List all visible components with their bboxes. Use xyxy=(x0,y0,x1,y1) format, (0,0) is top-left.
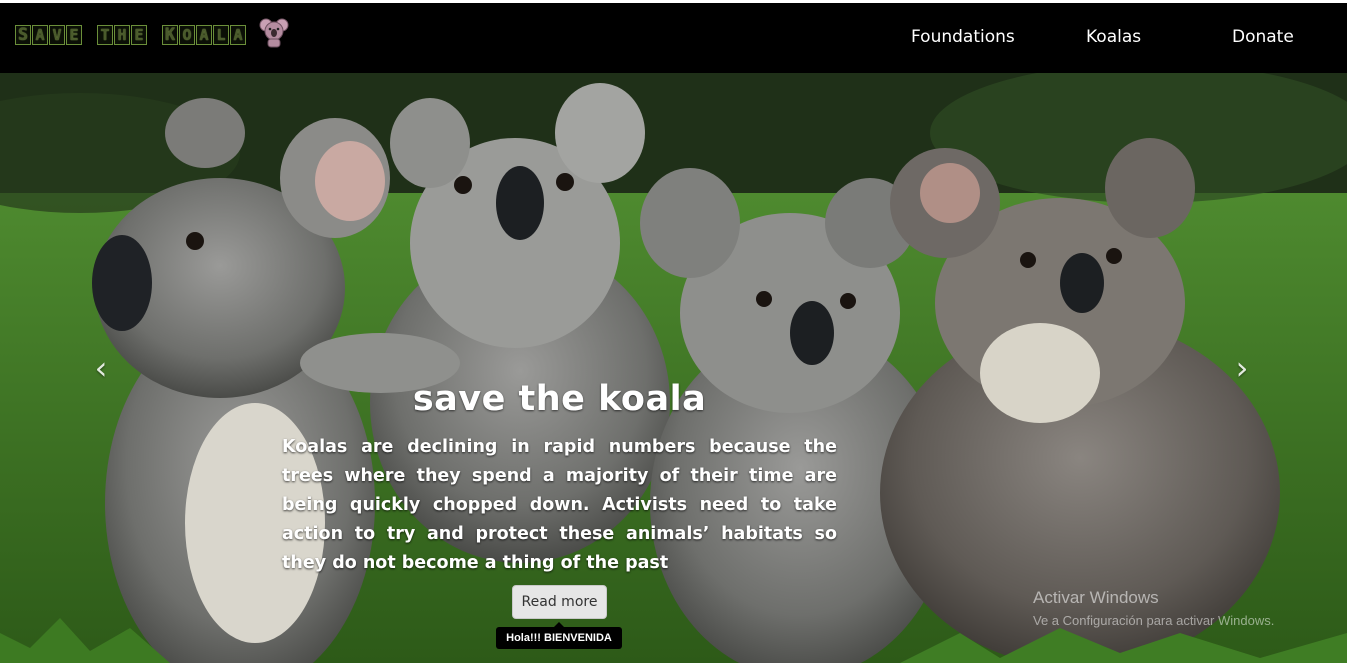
hero-carousel: ‹ › save the koala Koalas are declining … xyxy=(0,73,1347,663)
logo-word-koala: Koala xyxy=(162,25,247,45)
windows-activation-subtitle: Ve a Configuración para activar Windows. xyxy=(1033,613,1275,628)
chevron-left-icon[interactable]: ‹ xyxy=(86,352,116,384)
logo-letter: e xyxy=(131,25,147,45)
logo-letter: a xyxy=(230,25,246,45)
navbar: Save the Koala Foundations Koalas Donate xyxy=(0,3,1347,73)
chevron-right-icon[interactable]: › xyxy=(1227,352,1257,384)
nav-koalas[interactable]: Koalas xyxy=(1086,27,1141,47)
logo-word-save: Save xyxy=(15,25,83,45)
logo-letter: K xyxy=(162,25,178,45)
caption-title: save the koala xyxy=(412,379,707,419)
logo-letter: v xyxy=(49,25,65,45)
logo-letter: l xyxy=(213,25,229,45)
caption-text: Koalas are declining in rapid numbers be… xyxy=(282,437,837,573)
logo-letter: o xyxy=(179,25,195,45)
logo-letter: t xyxy=(97,25,113,45)
logo-letter: a xyxy=(32,25,48,45)
brand-logo[interactable]: Save the Koala xyxy=(15,17,289,53)
nav-donate[interactable]: Donate xyxy=(1232,27,1294,47)
logo-letter: a xyxy=(196,25,212,45)
koala-icon xyxy=(259,16,289,48)
logo-letter: S xyxy=(15,25,31,45)
logo-letter: e xyxy=(66,25,82,45)
logo-letter: h xyxy=(114,25,130,45)
logo-word-the: the xyxy=(97,25,148,45)
nav-foundations[interactable]: Foundations xyxy=(911,27,1015,47)
read-more-button[interactable]: Read more xyxy=(512,585,607,619)
read-more-tooltip: Hola!!! BIENVENIDA xyxy=(496,622,622,649)
windows-activation-title: Activar Windows xyxy=(1033,588,1159,607)
